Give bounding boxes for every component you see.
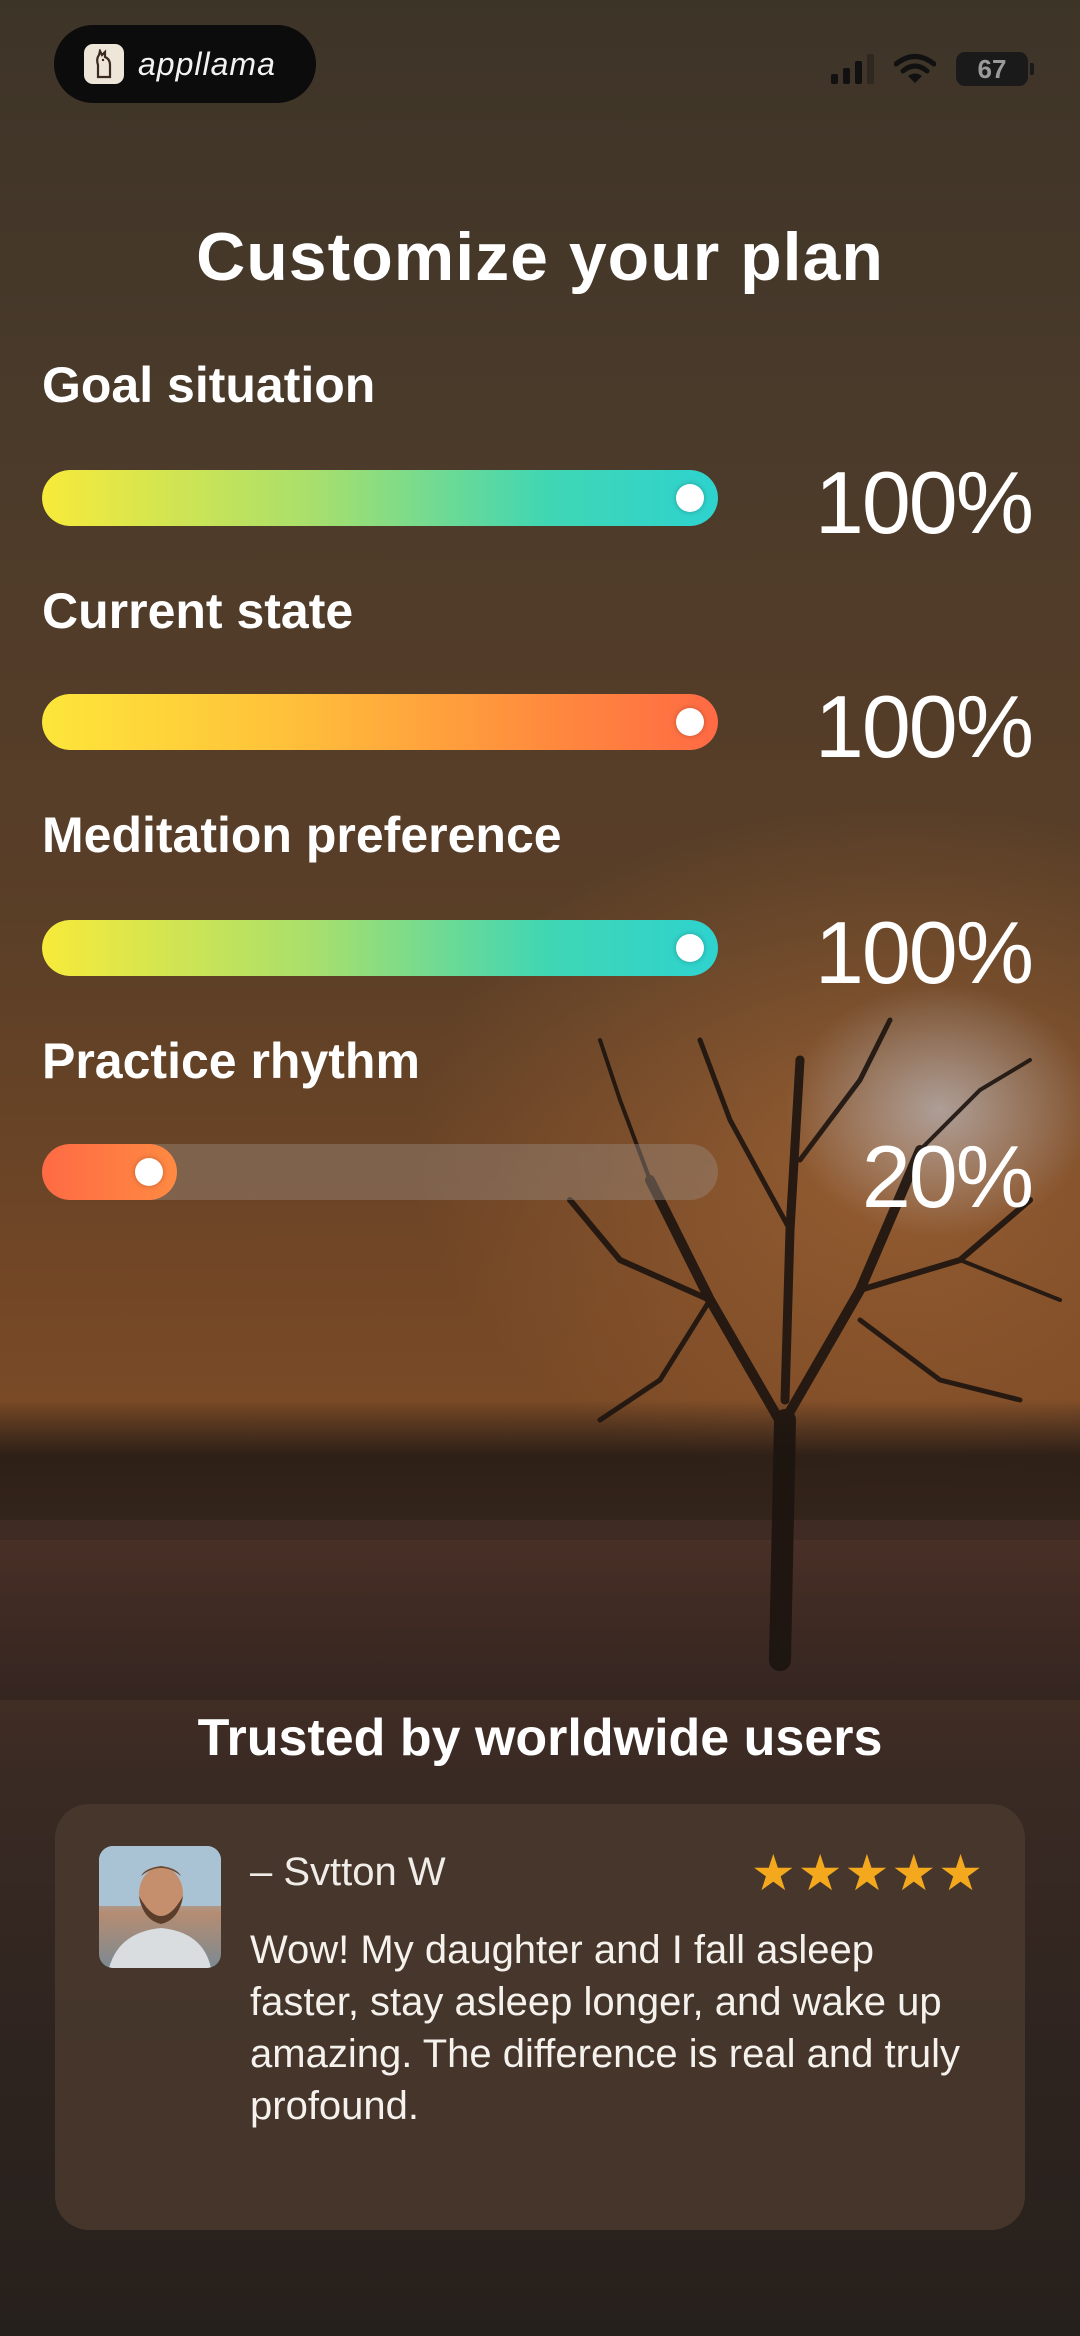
- row-label-current-state: Current state: [42, 583, 354, 639]
- progress-knob: [676, 934, 704, 962]
- row-label-meditation-preference: Meditation preference: [42, 807, 562, 863]
- review-card: – Svtton W ★★★★★ Wow! My daughter and I …: [55, 1804, 1025, 2230]
- progress-fill: [42, 694, 718, 750]
- percent-goal-situation: 100%: [814, 453, 1034, 552]
- reviewer-name: – Svtton W: [250, 1850, 446, 1894]
- percent-meditation-preference: 100%: [814, 903, 1034, 1002]
- battery-indicator: 67: [956, 52, 1034, 86]
- app-name: appllama: [138, 45, 276, 82]
- app-badge: appllama: [54, 25, 316, 103]
- cellular-signal-icon: [831, 54, 874, 84]
- progress-knob: [135, 1158, 164, 1186]
- progress-fill: [42, 470, 718, 526]
- progress-knob: [676, 484, 704, 512]
- tree-silhouette: [567, 1017, 1062, 1671]
- battery-level: 67: [977, 53, 1007, 84]
- star-rating: ★★★★★: [750, 1845, 985, 1901]
- progress-bar-current-state: [42, 694, 718, 750]
- review-text: Wow! My daughter and I fall asleep faste…: [250, 1928, 961, 2128]
- wifi-icon: [894, 54, 936, 83]
- percent-current-state: 100%: [814, 677, 1034, 776]
- page-title: Customize your plan: [196, 219, 884, 295]
- llama-icon: [84, 44, 124, 84]
- progress-bar-goal-situation: [42, 470, 718, 526]
- progress-fill: [42, 920, 718, 976]
- percent-practice-rhythm: 20%: [861, 1127, 1034, 1226]
- reviewer-avatar: [99, 1846, 221, 1968]
- row-label-practice-rhythm: Practice rhythm: [42, 1033, 420, 1089]
- status-icons: 67: [831, 52, 1034, 86]
- progress-bar-meditation-preference: [42, 920, 718, 976]
- progress-bar-practice-rhythm: [42, 1144, 718, 1200]
- trusted-heading: Trusted by worldwide users: [197, 1709, 883, 1767]
- progress-knob: [676, 708, 704, 736]
- row-label-goal-situation: Goal situation: [42, 357, 376, 413]
